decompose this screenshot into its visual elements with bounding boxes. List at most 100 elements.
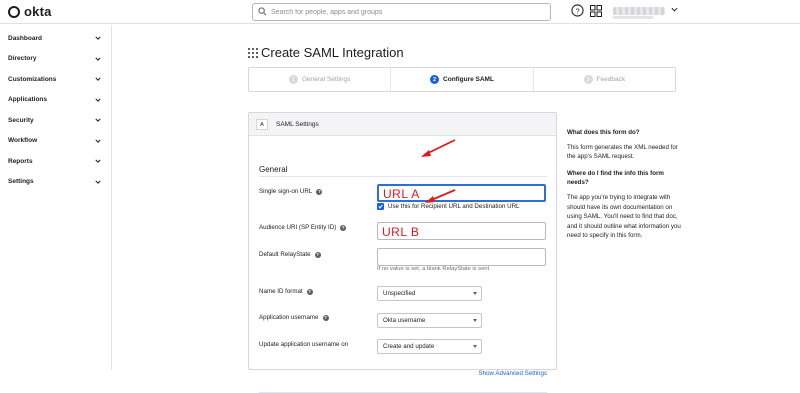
chevron-down-icon[interactable]	[671, 6, 678, 13]
page-title: Create SAML Integration	[248, 45, 404, 60]
field-label-text: Application username	[259, 314, 319, 321]
search-box[interactable]	[252, 3, 551, 21]
help-question: What does this form do?	[567, 129, 640, 136]
name-id-format-label: Name ID format ?	[259, 288, 313, 295]
field-label-text: Name ID format	[259, 288, 303, 295]
field-label-text: Update application username on	[259, 341, 349, 348]
sso-url-label: Single sign-on URL ?	[259, 188, 323, 195]
relay-state-label: Default RelayState ?	[259, 251, 321, 258]
sidebar-item-directory[interactable]: Directory	[0, 49, 111, 70]
dropdown-arrow-icon	[473, 345, 477, 348]
chevron-down-icon	[95, 77, 101, 81]
sidebar-item-customizations[interactable]: Customizations	[0, 69, 111, 90]
app-username-select[interactable]: Okta username	[377, 313, 482, 328]
relay-state-input[interactable]	[377, 248, 546, 266]
info-icon[interactable]: ?	[314, 251, 321, 258]
main-content: Create SAML Integration 1 General Settin…	[113, 25, 800, 393]
update-username-select[interactable]: Create and update	[377, 339, 482, 354]
info-icon[interactable]: ?	[306, 288, 313, 295]
help-answer: The app you're trying to integrate with …	[567, 194, 681, 240]
dropdown-arrow-icon	[473, 292, 477, 295]
user-account-redacted[interactable]	[613, 7, 665, 15]
info-icon[interactable]: ?	[340, 224, 347, 231]
sidebar-item-label: Applications	[8, 96, 48, 104]
audience-uri-value: URL B	[382, 225, 420, 239]
info-icon[interactable]: ?	[322, 314, 329, 321]
sidebar-item-label: Customizations	[8, 75, 57, 83]
card-title: SAML Settings	[276, 121, 319, 128]
section-badge: A	[256, 119, 268, 130]
help-panel: What does this form do? This form genera…	[567, 128, 687, 248]
step-feedback[interactable]: 3 Feedback	[532, 68, 675, 91]
sidebar-item-label: Workflow	[8, 137, 38, 145]
svg-text:?: ?	[575, 6, 579, 15]
step-label: General Settings	[301, 76, 351, 83]
update-username-label: Update application username on	[259, 341, 348, 348]
info-icon[interactable]: ?	[316, 188, 323, 195]
sidebar: Dashboard Directory Customizations Appli…	[0, 25, 112, 370]
help-question: Where do I find the info this form needs…	[567, 169, 664, 187]
step-general-settings[interactable]: 1 General Settings	[249, 68, 390, 91]
chevron-down-icon	[95, 118, 101, 122]
name-id-format-select[interactable]: Unspecified	[377, 286, 482, 301]
wizard-stepper: 1 General Settings 2 Configure SAML 3 Fe…	[248, 67, 676, 92]
card-header: A SAML Settings	[249, 113, 556, 136]
user-org-redacted	[613, 16, 653, 19]
sidebar-nav: Dashboard Directory Customizations Appli…	[0, 25, 111, 192]
audience-uri-input[interactable]: URL B	[377, 222, 546, 240]
show-advanced-settings-link[interactable]: Show Advanced Settings	[479, 370, 547, 377]
sidebar-item-security[interactable]: Security	[0, 110, 111, 131]
checkbox-label: Use this for Recipient URL and Destinati…	[388, 203, 520, 210]
divider	[259, 176, 547, 177]
okta-logo-mark	[8, 5, 20, 18]
search-input[interactable]	[271, 5, 541, 19]
step-number: 2	[430, 75, 440, 84]
audience-uri-label: Audience URI (SP Entity ID) ?	[259, 224, 347, 231]
select-value: Unspecified	[383, 290, 416, 297]
step-number: 3	[583, 75, 593, 84]
step-number: 1	[288, 75, 298, 84]
select-value: Okta username	[383, 317, 426, 324]
help-icon[interactable]: ?	[571, 4, 584, 17]
sidebar-item-reports[interactable]: Reports	[0, 151, 111, 172]
select-value: Create and update	[383, 343, 435, 350]
section-heading-general: General	[259, 165, 288, 174]
step-label: Configure SAML	[443, 76, 494, 83]
sidebar-item-label: Security	[8, 116, 34, 124]
sidebar-item-label: Settings	[8, 178, 34, 186]
checkbox-checked[interactable]	[377, 203, 384, 210]
dropdown-arrow-icon	[473, 319, 477, 322]
page-title-text: Create SAML Integration	[261, 45, 404, 60]
app-username-label: Application username ?	[259, 314, 329, 321]
field-label-text: Default RelayState	[259, 251, 311, 258]
saml-settings-card: A SAML Settings General Single sign-on U…	[248, 112, 557, 393]
sso-url-input[interactable]: URL A	[377, 184, 546, 202]
search-icon	[258, 7, 267, 16]
sidebar-item-label: Reports	[8, 157, 33, 165]
chevron-down-icon	[95, 180, 101, 184]
sidebar-item-settings[interactable]: Settings	[0, 172, 111, 193]
field-label-text: Audience URI (SP Entity ID)	[259, 224, 337, 231]
chevron-down-icon	[95, 36, 101, 40]
sidebar-item-applications[interactable]: Applications	[0, 90, 111, 111]
sidebar-item-label: Directory	[8, 55, 37, 63]
step-configure-saml[interactable]: 2 Configure SAML	[390, 68, 532, 91]
sidebar-item-label: Dashboard	[8, 34, 42, 42]
help-answer: This form generates the XML needed for t…	[567, 143, 678, 161]
check-icon	[378, 204, 383, 209]
chevron-down-icon	[95, 57, 101, 61]
app-grid-small-icon	[248, 47, 258, 58]
chevron-down-icon	[95, 98, 101, 102]
sidebar-item-workflow[interactable]: Workflow	[0, 131, 111, 152]
okta-logo[interactable]: okta	[8, 4, 52, 19]
step-label: Feedback	[596, 76, 626, 83]
chevron-down-icon	[95, 139, 101, 143]
sso-url-value: URL A	[383, 187, 420, 201]
field-label-text: Single sign-on URL	[259, 188, 313, 195]
app-grid-icon[interactable]	[590, 5, 602, 17]
top-bar: okta ?	[0, 0, 800, 24]
recipient-url-checkbox-row[interactable]: Use this for Recipient URL and Destinati…	[377, 203, 520, 210]
relay-state-hint: If no value is set, a blank RelayState i…	[377, 266, 490, 272]
logo-text: okta	[24, 4, 52, 19]
sidebar-item-dashboard[interactable]: Dashboard	[0, 28, 111, 49]
